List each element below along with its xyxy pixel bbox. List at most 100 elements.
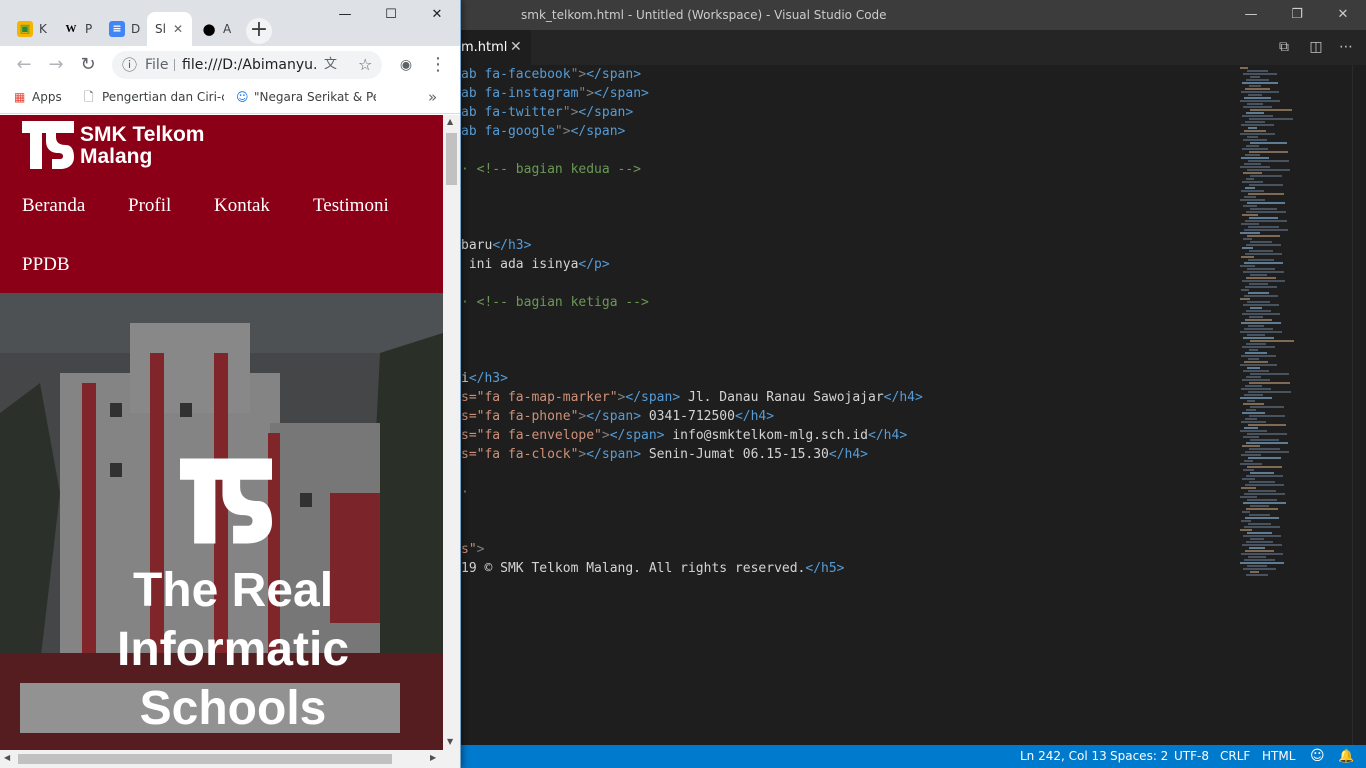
cursor-position[interactable]: Ln 242, Col 13	[1020, 745, 1107, 768]
close-icon[interactable]: ✕	[510, 30, 522, 65]
minimap-line	[1249, 118, 1293, 120]
code-line[interactable]: s="fa fa-phone"></span> 0341-712500</h4>	[461, 407, 774, 426]
code-line[interactable]: ini ada isinya</p>	[461, 255, 610, 274]
minimap-line	[1242, 280, 1285, 282]
code-line[interactable]: 19 © SMK Telkom Malang. All rights reser…	[461, 559, 845, 578]
editor-scrollbar[interactable]	[1352, 65, 1366, 745]
profile-avatar-icon[interactable]: ◉	[394, 53, 418, 77]
nav-beranda[interactable]: Beranda	[22, 195, 85, 217]
code-line[interactable]: s="fa fa-clock"></span> Senin-Jumat 06.1…	[461, 445, 868, 464]
code-line[interactable]: ab fa-twitter"></span>	[461, 103, 633, 122]
browser-tab[interactable]: WP	[55, 12, 100, 46]
more-bookmarks-icon[interactable]: »	[428, 84, 437, 110]
minimize-button[interactable]: —	[1228, 0, 1274, 30]
info-icon[interactable]: ⓘ	[122, 51, 137, 79]
bookmark-item[interactable]: ☺ "Negara Serikat & Pe	[236, 84, 376, 110]
chrome-menu-icon[interactable]: ⋮	[426, 53, 450, 77]
browser-tab[interactable]: ● A	[193, 12, 238, 46]
more-actions-icon[interactable]: ⋯	[1336, 36, 1356, 58]
split-editor-icon[interactable]: ◫	[1306, 36, 1326, 58]
translate-icon[interactable]: 文	[324, 51, 337, 79]
close-tab-icon[interactable]: ✕	[173, 12, 183, 46]
minimap-line	[1248, 424, 1286, 426]
site-logo-text[interactable]: SMK Telkom Malang	[80, 124, 204, 168]
code-editor[interactable]: ab fa-facebook"></span> ab fa-instagram">…	[461, 65, 1236, 745]
code-line[interactable]: s="fa fa-envelope"></span> info@smktelko…	[461, 426, 907, 445]
chrome-window: ▣ K W P ≡ D Sl ✕ ● A + — ☐ ✕ ← → ↻ ⓘ File file://…	[0, 0, 461, 768]
code-line[interactable]: baru</h3>	[461, 236, 531, 255]
bookmark-item[interactable]: ▦ Apps	[14, 84, 74, 110]
page-horizontal-scrollbar[interactable]: ◀ ▶	[0, 750, 460, 768]
notifications-bell-icon[interactable]: 🔔	[1338, 745, 1354, 768]
scroll-left-arrow-icon[interactable]: ◀	[4, 753, 10, 762]
code-line[interactable]: · <!-- bagian ketiga -->	[461, 293, 649, 312]
code-line[interactable]: ab fa-facebook"></span>	[461, 65, 641, 84]
url-text[interactable]: file:///D:/Abimanyu...	[182, 51, 318, 79]
code-line[interactable]: i</h3>	[461, 369, 508, 388]
nav-kontak[interactable]: Kontak	[214, 195, 270, 217]
nav-testimoni[interactable]: Testimoni	[313, 195, 389, 217]
logo-line-1: SMK Telkom	[80, 123, 205, 146]
language-mode[interactable]: HTML	[1262, 745, 1295, 768]
forward-arrow-icon[interactable]: →	[44, 53, 68, 77]
minimap-line	[1243, 535, 1281, 537]
nav-profil[interactable]: Profil	[128, 195, 171, 217]
minimap-line	[1250, 307, 1262, 309]
close-window-button[interactable]: ✕	[1320, 0, 1366, 30]
scroll-up-arrow-icon[interactable]: ▲	[447, 117, 453, 126]
code-token: </span>	[586, 409, 642, 424]
line-ending[interactable]: CRLF	[1220, 745, 1250, 768]
telkom-logo-icon[interactable]	[22, 121, 74, 169]
hero-line-2: Informatic	[116, 623, 350, 676]
minimap[interactable]	[1236, 65, 1352, 745]
code-line[interactable]: s="fa fa-map-marker"></span> Jl. Danau R…	[461, 388, 923, 407]
horizontal-scroll-thumb[interactable]	[18, 754, 392, 764]
minimap-line	[1248, 490, 1276, 492]
nav-ppdb[interactable]: PPDB	[22, 254, 70, 276]
bookmark-item[interactable]: 🗋 Pengertian dan Ciri-ci	[84, 84, 224, 110]
chrome-minimize-button[interactable]: —	[322, 0, 368, 30]
address-bar[interactable]: ⓘ File file:///D:/Abimanyu... 文 ☆	[112, 51, 382, 79]
minimap-line	[1246, 310, 1271, 312]
browser-tab[interactable]: ▣ K	[9, 12, 54, 46]
editor-tab[interactable]: m.html ✕	[461, 30, 531, 65]
code-line[interactable]: · <!-- bagian kedua -->	[461, 160, 641, 179]
code-token: s="fa fa-phone"	[461, 409, 579, 424]
code-line[interactable]: ·	[461, 483, 469, 502]
scroll-right-arrow-icon[interactable]: ▶	[430, 753, 436, 762]
code-line[interactable]: ab fa-google"></span>	[461, 122, 625, 141]
minimap-line	[1248, 259, 1274, 261]
tab-label: P	[85, 22, 93, 36]
minimap-line	[1250, 208, 1277, 210]
scroll-down-arrow-icon[interactable]: ▼	[447, 737, 453, 746]
code-line[interactable]: ab fa-instagram"></span>	[461, 84, 649, 103]
browser-tab[interactable]: ≡ D	[101, 12, 146, 46]
minimap-line	[1243, 403, 1264, 405]
back-arrow-icon[interactable]: ←	[12, 53, 36, 77]
minimap-line	[1246, 79, 1269, 81]
encoding[interactable]: UTF-8	[1174, 745, 1209, 768]
code-token: info@smktelkom-mlg.sch.id	[664, 428, 869, 443]
code-token: </span>	[570, 124, 626, 139]
minimap-line	[1243, 238, 1252, 240]
page-vertical-scrollbar[interactable]: ▲ ▼	[443, 115, 460, 750]
indentation[interactable]: Spaces: 2	[1110, 745, 1168, 768]
vertical-scroll-thumb[interactable]	[446, 133, 457, 185]
page-viewport[interactable]: SMK Telkom Malang Beranda Profil Kontak …	[0, 115, 443, 750]
reload-icon[interactable]: ↻	[76, 53, 100, 77]
browser-tab[interactable]: Sl ✕	[147, 12, 192, 46]
minimap-line	[1248, 556, 1266, 558]
new-tab-button[interactable]: +	[246, 18, 272, 44]
chrome-close-button[interactable]: ✕	[414, 0, 460, 30]
minimap-line	[1240, 364, 1277, 366]
open-changes-icon[interactable]: ⧉	[1274, 36, 1294, 58]
minimap-line	[1240, 397, 1272, 399]
code-line[interactable]: s">	[461, 540, 484, 559]
chrome-maximize-button[interactable]: ☐	[368, 0, 414, 30]
tab-label: A	[223, 22, 232, 36]
bookmark-star-icon[interactable]: ☆	[358, 51, 372, 79]
minimap-line	[1242, 82, 1278, 84]
feedback-smiley-icon[interactable]: ☺	[1310, 745, 1325, 768]
restore-button[interactable]: ❐	[1274, 0, 1320, 30]
minimap-line	[1245, 385, 1262, 387]
